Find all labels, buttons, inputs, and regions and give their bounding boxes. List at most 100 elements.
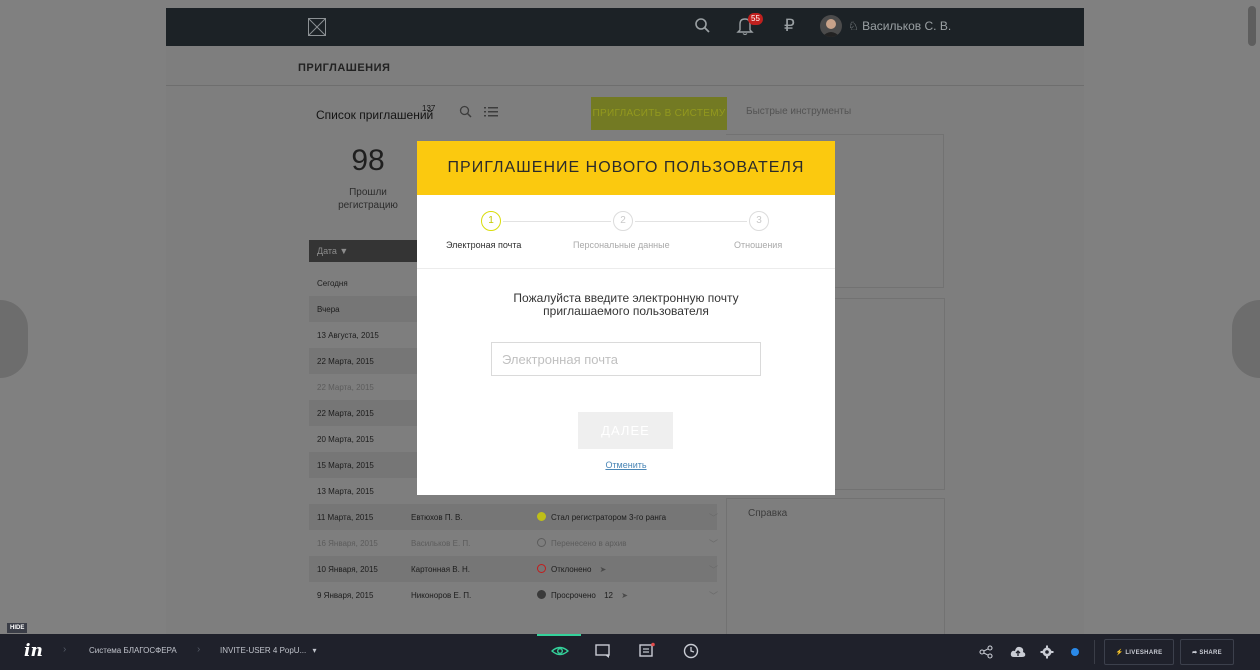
list-view-icon[interactable]	[484, 106, 498, 118]
step-1-indicator: 1	[481, 211, 501, 231]
status-text: Просрочено	[551, 591, 596, 600]
invite-user-modal: ПРИГЛАШЕНИЕ НОВОГО ПОЛЬЗОВАТЕЛЯ 1 2 3 Эл…	[417, 141, 835, 495]
project-breadcrumb[interactable]: Система БЛАГОСФЕРА	[89, 646, 177, 655]
step-1-label: Электроная почта	[446, 240, 522, 250]
status-dot-icon	[537, 564, 546, 573]
status-dot-icon	[537, 538, 546, 547]
status-dot	[1071, 648, 1079, 656]
liveshare-button[interactable]: ⚡ LIVESHARE	[1104, 639, 1174, 665]
page-title: ПРИГЛАШЕНИЯ	[298, 62, 391, 74]
next-screen-arrow[interactable]	[1232, 300, 1260, 378]
search-icon[interactable]	[694, 17, 712, 35]
email-input[interactable]	[491, 342, 761, 376]
preview-mode-icon[interactable]	[551, 642, 569, 660]
chevron-right-icon: ›	[197, 644, 201, 655]
modal-header: ПРИГЛАШЕНИЕ НОВОГО ПОЛЬЗОВАТЕЛЯ	[417, 141, 835, 195]
search-icon[interactable]	[459, 105, 473, 119]
row-status: Отклонено ➤	[551, 565, 606, 574]
row-date: 10 Января, 2015	[317, 565, 378, 574]
avatar-photo-icon	[822, 19, 840, 37]
table-row[interactable]: 10 Января, 2015 Картонная В. Н. Отклонено …	[309, 556, 718, 582]
table-row[interactable]: 16 Января, 2015 Васильков Е. П. Перенесено…	[309, 530, 718, 556]
row-date: 15 Марта, 2015	[317, 461, 374, 470]
screen-name: INVITE-USER 4 PopU...	[220, 646, 307, 655]
send-icon[interactable]: ➤	[621, 591, 628, 600]
status-text: Стал регистратором 3-го ранга	[551, 513, 667, 522]
caret-down-icon: ▾	[312, 646, 317, 655]
status-text: Отклонено	[551, 565, 592, 574]
row-date: 22 Марта, 2015	[317, 409, 374, 418]
step-3-indicator: 3	[749, 211, 769, 231]
step-connector	[503, 221, 611, 222]
invite-button[interactable]: ПРИГЛАСИТЬ В СИСТЕМУ	[591, 97, 727, 130]
date-column-header[interactable]: Дата ▼	[309, 240, 417, 262]
step-connector	[635, 221, 747, 222]
row-user-name: Васильков Е. П.	[411, 539, 471, 548]
email-prompt: Пожалуйста введите электронную почту при…	[513, 291, 739, 318]
send-icon[interactable]: ➤	[600, 565, 607, 574]
row-date: 16 Января, 2015	[317, 539, 378, 548]
toolbar-divider	[1094, 640, 1095, 664]
chevron-right-icon: ›	[63, 644, 67, 655]
prev-screen-arrow[interactable]	[0, 300, 28, 378]
step-2-label: Персональные данные	[573, 240, 670, 250]
chevron-down-icon[interactable]: ﹀	[709, 537, 718, 550]
stat-label: Прошли регистрацию	[338, 187, 398, 211]
row-status: Перенесено в архив	[551, 539, 627, 548]
gear-icon[interactable]	[1040, 645, 1054, 659]
share-button[interactable]: ➦ SHARE	[1180, 639, 1234, 665]
row-user-name: Никоноров Е. П.	[411, 591, 472, 600]
chevron-down-icon[interactable]: ﹀	[709, 511, 718, 524]
cloud-upload-icon[interactable]	[1010, 645, 1026, 659]
share-arrow-icon: ➦	[1192, 650, 1198, 656]
history-icon[interactable]	[682, 642, 700, 660]
lightning-icon: ⚡	[1115, 650, 1124, 656]
modal-divider	[417, 268, 835, 269]
status-dot-icon	[537, 512, 546, 521]
stat-value: 98	[351, 144, 385, 177]
row-user-name: Евтюхов П. В.	[411, 513, 463, 522]
top-bar: 55 ₽ ♘ Васильков С. В.	[166, 8, 1084, 46]
step-2-indicator: 2	[613, 211, 633, 231]
chevron-down-icon[interactable]: ﹀	[709, 589, 718, 602]
user-menu[interactable]: ♘ Васильков С. В.	[848, 19, 951, 33]
scrollbar[interactable]	[1248, 6, 1256, 46]
share-network-icon[interactable]	[979, 645, 993, 659]
modal-title: ПРИГЛАШЕНИЕ НОВОГО ПОЛЬЗОВАТЕЛЯ	[447, 159, 805, 176]
notification-badge: 55	[748, 13, 763, 25]
active-mode-indicator	[537, 634, 581, 636]
row-date: Сегодня	[317, 279, 348, 288]
inspect-mode-icon[interactable]	[638, 642, 656, 660]
row-date: 13 Марта, 2015	[317, 487, 374, 496]
chevron-down-icon[interactable]: ﹀	[709, 563, 718, 576]
hide-toolbar-button[interactable]: HIDE	[7, 623, 28, 633]
row-date: 22 Марта, 2015	[317, 383, 374, 392]
invision-logo[interactable]: in	[24, 641, 43, 661]
avatar[interactable]	[820, 15, 842, 37]
row-date: 22 Марта, 2015	[317, 357, 374, 366]
quick-tools-label: Быстрые инструменты	[746, 106, 852, 117]
registered-stat: 98 Прошли регистрацию	[318, 134, 418, 234]
invision-toolbar: in › Система БЛАГОСФЕРА › INVITE-USER 4 …	[0, 634, 1260, 670]
status-text: Перенесено в архив	[551, 539, 627, 548]
help-label: Справка	[748, 508, 788, 519]
comment-mode-icon[interactable]	[594, 642, 612, 660]
list-title: Список приглашений	[316, 108, 434, 122]
next-button[interactable]: ДАЛЕЕ	[578, 412, 673, 449]
user-icon: ♘	[848, 19, 859, 33]
table-row[interactable]: 11 Марта, 2015 Евтюхов П. В. Стал регистра…	[309, 504, 718, 530]
status-dot-icon	[537, 590, 546, 599]
cancel-link[interactable]: Отменить	[417, 460, 835, 470]
balance-button[interactable]: ₽	[784, 16, 795, 36]
row-status: Просрочено 12 ➤	[551, 591, 628, 600]
screen-selector[interactable]: INVITE-USER 4 PopU... ▾	[220, 646, 317, 655]
table-row[interactable]: 9 Января, 2015 Никоноров Е. П. Просрочено …	[309, 582, 718, 608]
row-date: 9 Января, 2015	[317, 591, 374, 600]
logo-icon[interactable]	[308, 18, 326, 36]
row-date: Вчера	[317, 305, 340, 314]
divider	[166, 85, 1084, 86]
row-date: 13 Августа, 2015	[317, 331, 379, 340]
user-name: Васильков С. В.	[862, 19, 952, 33]
status-count: 12	[604, 591, 613, 600]
notifications-button[interactable]: 55	[736, 13, 763, 38]
